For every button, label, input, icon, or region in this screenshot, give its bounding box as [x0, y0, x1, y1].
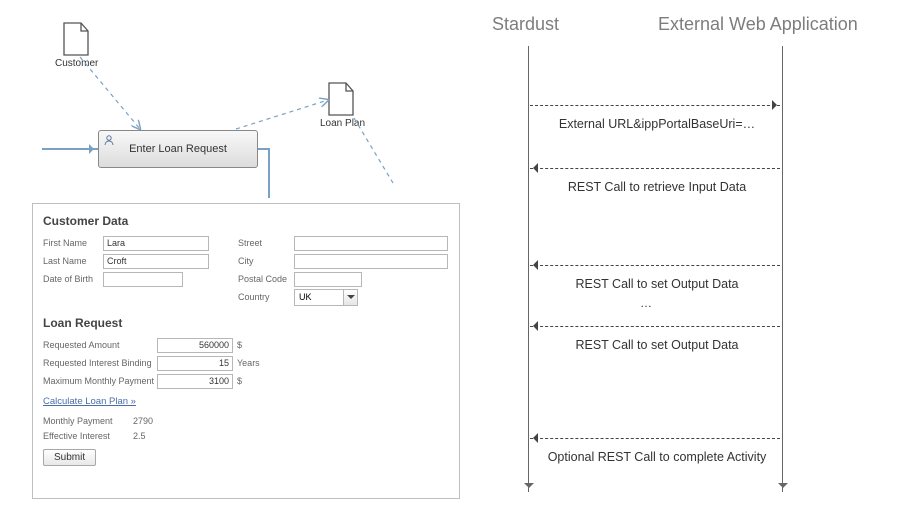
label-first-name: First Name — [43, 238, 103, 248]
lifeline-title-stardust: Stardust — [492, 14, 559, 35]
lifeline-external-app — [782, 46, 783, 492]
label-dob: Date of Birth — [43, 274, 103, 284]
value-effective-interest: 2.5 — [133, 431, 146, 441]
requested-amount-input[interactable] — [157, 338, 233, 353]
seq-arrow — [530, 326, 780, 327]
sequence-flow-in — [42, 148, 98, 150]
dob-input[interactable] — [103, 272, 183, 287]
seq-msg-1: External URL&ippPortalBaseUri=… — [535, 117, 779, 131]
label-max-pay: Maximum Monthly Payment — [43, 376, 157, 386]
document-icon — [63, 22, 89, 56]
country-select[interactable]: UK — [294, 289, 358, 306]
label-city: City — [238, 256, 294, 266]
first-name-input[interactable] — [103, 236, 209, 251]
street-input[interactable] — [294, 236, 448, 251]
section-loan-request: Loan Request — [43, 316, 449, 330]
form-panel: Customer Data First Name Street Last Nam… — [32, 203, 460, 499]
label-req-amount: Requested Amount — [43, 340, 157, 350]
seq-arrow — [530, 105, 780, 106]
customer-doc-label: Customer — [55, 58, 98, 69]
document-icon — [328, 82, 354, 116]
max-payment-input[interactable] — [157, 374, 233, 389]
value-monthly-payment: 2790 — [133, 416, 153, 426]
requested-binding-input[interactable] — [157, 356, 233, 371]
label-street: Street — [238, 238, 294, 248]
seq-arrow — [530, 265, 780, 266]
sequence-flow-out — [268, 148, 270, 198]
section-customer-data: Customer Data — [43, 214, 449, 228]
seq-msg-5: Optional REST Call to complete Activity — [535, 450, 779, 464]
submit-button[interactable]: Submit — [43, 449, 96, 466]
label-req-binding: Requested Interest Binding — [43, 358, 157, 368]
seq-msg-3: REST Call to set Output Data — [535, 277, 779, 291]
seq-ellipsis: … — [640, 296, 652, 310]
unit-dollar: $ — [237, 376, 242, 386]
seq-arrow — [530, 438, 780, 439]
last-name-input[interactable] — [103, 254, 209, 269]
calculate-loan-plan-link[interactable]: Calculate Loan Plan » — [43, 396, 136, 407]
postal-input[interactable] — [294, 272, 362, 287]
lifeline-title-external-app: External Web Application — [658, 14, 858, 35]
seq-msg-4: REST Call to set Output Data — [535, 338, 779, 352]
label-postal: Postal Code — [238, 274, 294, 284]
loanplan-doc-label: Loan Plan — [320, 118, 365, 129]
activity-label: Enter Loan Request — [129, 143, 227, 155]
label-effective-interest: Effective Interest — [43, 431, 133, 441]
unit-years: Years — [237, 358, 260, 368]
label-monthly-payment: Monthly Payment — [43, 416, 133, 426]
seq-msg-2: REST Call to retrieve Input Data — [535, 180, 779, 194]
city-input[interactable] — [294, 254, 448, 269]
label-last-name: Last Name — [43, 256, 103, 266]
user-task-icon — [103, 134, 115, 146]
activity-enter-loan-request: Enter Loan Request — [98, 130, 258, 168]
unit-dollar: $ — [237, 340, 242, 350]
label-country: Country — [238, 292, 294, 302]
seq-arrow — [530, 168, 780, 169]
